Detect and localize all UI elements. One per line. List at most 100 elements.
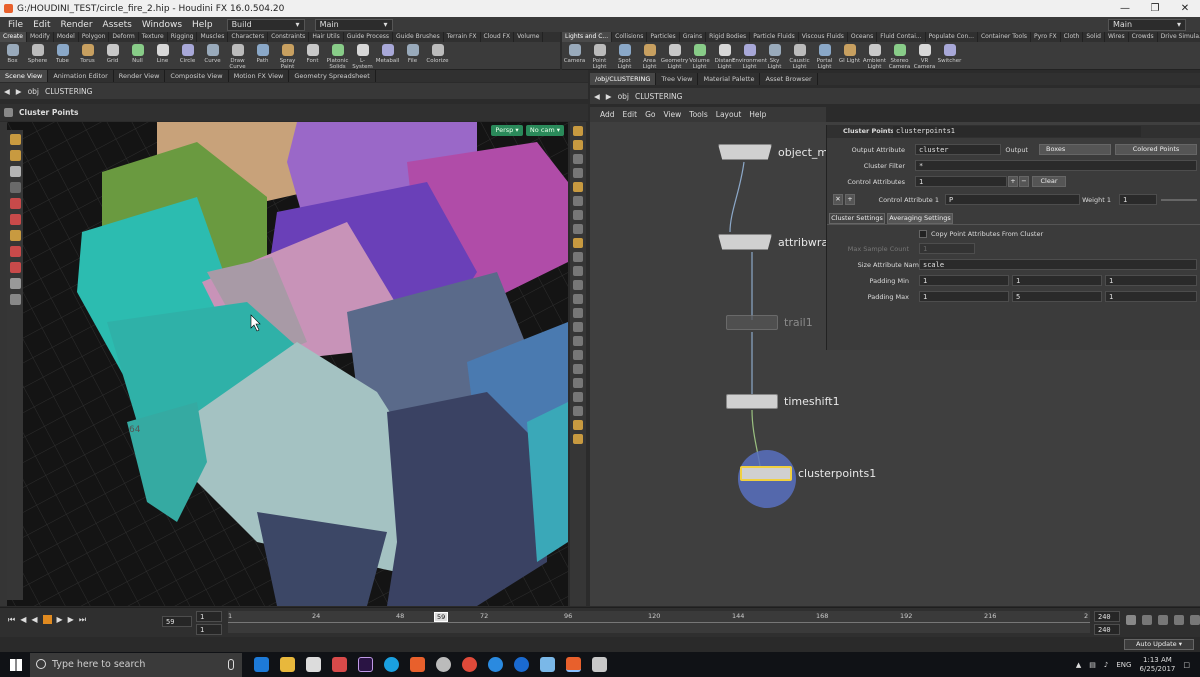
shelf-tab-guide-process[interactable]: Guide Process xyxy=(344,32,394,42)
pane-tab-composite-view[interactable]: Composite View xyxy=(165,70,229,82)
back-icon[interactable]: ◀ xyxy=(4,87,10,96)
audio-icon[interactable] xyxy=(1142,615,1152,625)
shelf-tab-volume[interactable]: Volume xyxy=(514,32,544,42)
menu-windows[interactable]: Windows xyxy=(142,20,182,30)
pane-tab-geometry-spreadsheet[interactable]: Geometry Spreadsheet xyxy=(289,70,376,82)
shelf-tab-rigging[interactable]: Rigging xyxy=(168,32,198,42)
padding-min-x[interactable]: 1 xyxy=(919,275,1009,286)
shelf-tab-pyro-fx[interactable]: Pyro FX xyxy=(1031,32,1061,42)
weight1-slider[interactable] xyxy=(1161,199,1197,201)
pane-tab-material-palette[interactable]: Material Palette xyxy=(698,73,761,85)
shelf-tab-hair-utils[interactable]: Hair Utils xyxy=(309,32,344,42)
timeline-track[interactable]: 1 24 48 59 72 96 120 144 168 192 216 2 xyxy=(228,611,1090,633)
settings-icon[interactable] xyxy=(1190,615,1200,625)
display-toggle-icon[interactable] xyxy=(573,406,583,416)
shelf-tool-circle[interactable]: Circle xyxy=(175,44,200,64)
control-attr1-field[interactable]: P xyxy=(945,194,1080,205)
menu-edit[interactable]: Edit xyxy=(33,20,50,30)
desktop-build-dropdown[interactable]: Build ▾ xyxy=(226,18,305,31)
clock[interactable]: 1:13 AM 6/25/2017 xyxy=(1139,656,1175,674)
shelf-tab-rigid-bodies[interactable]: Rigid Bodies xyxy=(706,32,751,42)
shelf-tab-guide-brushes[interactable]: Guide Brushes xyxy=(393,32,444,42)
shelf-tab-particles[interactable]: Particles xyxy=(647,32,680,42)
shelf-tool-line[interactable]: Line xyxy=(150,44,175,64)
explorer-icon[interactable] xyxy=(280,657,295,672)
auto-update-dropdown[interactable]: Auto Update ▾ xyxy=(1124,639,1194,650)
shelf-tab-constraints[interactable]: Constraints xyxy=(268,32,310,42)
shelf-tab-muscles[interactable]: Muscles xyxy=(197,32,229,42)
shelf-tool-font[interactable]: Font xyxy=(300,44,325,64)
display-toggle-icon[interactable] xyxy=(573,294,583,304)
shelf-tab-polygon[interactable]: Polygon xyxy=(79,32,110,42)
shelf-tool-volume-light[interactable]: Volume Light xyxy=(687,44,712,70)
add-multiparm-button[interactable]: + xyxy=(1008,176,1018,187)
display-toggle-icon[interactable] xyxy=(573,238,583,248)
display-toggle-icon[interactable] xyxy=(573,252,583,262)
display-toggle-icon[interactable] xyxy=(573,280,583,290)
shelf-tool-tube[interactable]: Tube xyxy=(50,44,75,64)
shelf-tool-camera[interactable]: Camera xyxy=(562,44,587,64)
shelf-tab-container-tools[interactable]: Container Tools xyxy=(978,32,1031,42)
edge-icon[interactable] xyxy=(254,657,269,672)
shelf-tab-create[interactable]: Create xyxy=(0,32,27,42)
control-attributes-field[interactable]: 1 xyxy=(915,176,1007,187)
pane-tab-animation-editor[interactable]: Animation Editor xyxy=(48,70,114,82)
shelf-tab-model[interactable]: Model xyxy=(54,32,79,42)
handle-tool-icon[interactable] xyxy=(9,198,21,209)
notes-icon[interactable] xyxy=(540,657,555,672)
chrome-icon[interactable] xyxy=(462,657,477,672)
shelf-tab-lights-and-c[interactable]: Lights and C... xyxy=(562,32,613,42)
chrome-alt-icon[interactable] xyxy=(436,657,451,672)
shelf-tab-cloud-fx[interactable]: Cloud FX xyxy=(481,32,515,42)
shelf-tool-portal-light[interactable]: Portal Light xyxy=(812,44,837,70)
remove-multiparm-button[interactable]: − xyxy=(1019,176,1029,187)
shelf-tab-deform[interactable]: Deform xyxy=(109,32,139,42)
left-path-root[interactable]: obj xyxy=(28,87,39,96)
shelf-tool-metaball[interactable]: Metaball xyxy=(375,44,400,64)
pane-tab-obj-clustering[interactable]: /obj/CLUSTERING xyxy=(590,73,657,85)
forward-icon[interactable]: ▶ xyxy=(606,92,612,101)
display-toggle-icon[interactable] xyxy=(573,182,583,192)
pane-tab-render-view[interactable]: Render View xyxy=(114,70,166,82)
stop-icon[interactable] xyxy=(42,615,52,624)
left-path-node[interactable]: CLUSTERING xyxy=(45,87,92,96)
shelf-tab-viscous-fluids[interactable]: Viscous Fluids xyxy=(799,32,848,42)
shelf-tool-l-system[interactable]: L-System xyxy=(350,44,375,70)
shelf-tab-texture[interactable]: Texture xyxy=(139,32,168,42)
shelf-tab-fluid-contai[interactable]: Fluid Contai... xyxy=(877,32,926,42)
jump-start-icon[interactable]: ⏮ xyxy=(8,615,15,625)
shelf-tool-platonic-solids[interactable]: Platonic Solids xyxy=(325,44,350,70)
end-frame-field-2[interactable]: 240 xyxy=(1094,624,1120,635)
shelf-tab-drive-simula[interactable]: Drive Simula... xyxy=(1158,32,1200,42)
pane-tab-motion-fx-view[interactable]: Motion FX View xyxy=(229,70,290,82)
shelf-tool-gi-light[interactable]: GI Light xyxy=(837,44,862,64)
menu-assets[interactable]: Assets xyxy=(103,20,132,30)
tab-cluster-settings[interactable]: Cluster Settings xyxy=(829,213,885,224)
shelf-tab-particle-fluids[interactable]: Particle Fluids xyxy=(750,32,799,42)
shelf-tab-collisions[interactable]: Collisions xyxy=(612,32,648,42)
tab-averaging-settings[interactable]: Averaging Settings xyxy=(887,213,953,224)
right-main-dropdown[interactable]: Main ▾ xyxy=(1108,18,1186,31)
jump-end-icon[interactable]: ⏭ xyxy=(79,615,86,625)
display-toggle-icon[interactable] xyxy=(573,392,583,402)
display-toggle-icon[interactable] xyxy=(573,434,583,444)
select-tool-icon[interactable] xyxy=(9,134,21,145)
pane-tab-scene-view[interactable]: Scene View xyxy=(0,70,49,82)
display-toggle-icon[interactable] xyxy=(573,196,583,206)
key-icon[interactable] xyxy=(1126,615,1136,625)
rotate-tool-icon[interactable] xyxy=(9,166,21,177)
network-menu-go[interactable]: Go xyxy=(645,110,655,119)
output-dropdown[interactable]: Boxes xyxy=(1039,144,1111,155)
shelf-tool-vr-camera[interactable]: VR Camera xyxy=(912,44,937,70)
gift-app-icon[interactable] xyxy=(332,657,347,672)
right-path-root[interactable]: obj xyxy=(618,92,629,101)
network-menu-edit[interactable]: Edit xyxy=(623,110,638,119)
persp-menu[interactable]: Persp ▾ xyxy=(491,125,523,136)
move-tool-icon[interactable] xyxy=(9,150,21,161)
shelf-tool-sky-light[interactable]: Sky Light xyxy=(762,44,787,70)
display-toggle-icon[interactable] xyxy=(573,126,583,136)
right-path-node[interactable]: CLUSTERING xyxy=(635,92,682,101)
teamviewer-icon[interactable] xyxy=(514,657,529,672)
remove-instance-button[interactable]: ✕ xyxy=(833,194,843,205)
shelf-tool-sphere[interactable]: Sphere xyxy=(25,44,50,64)
